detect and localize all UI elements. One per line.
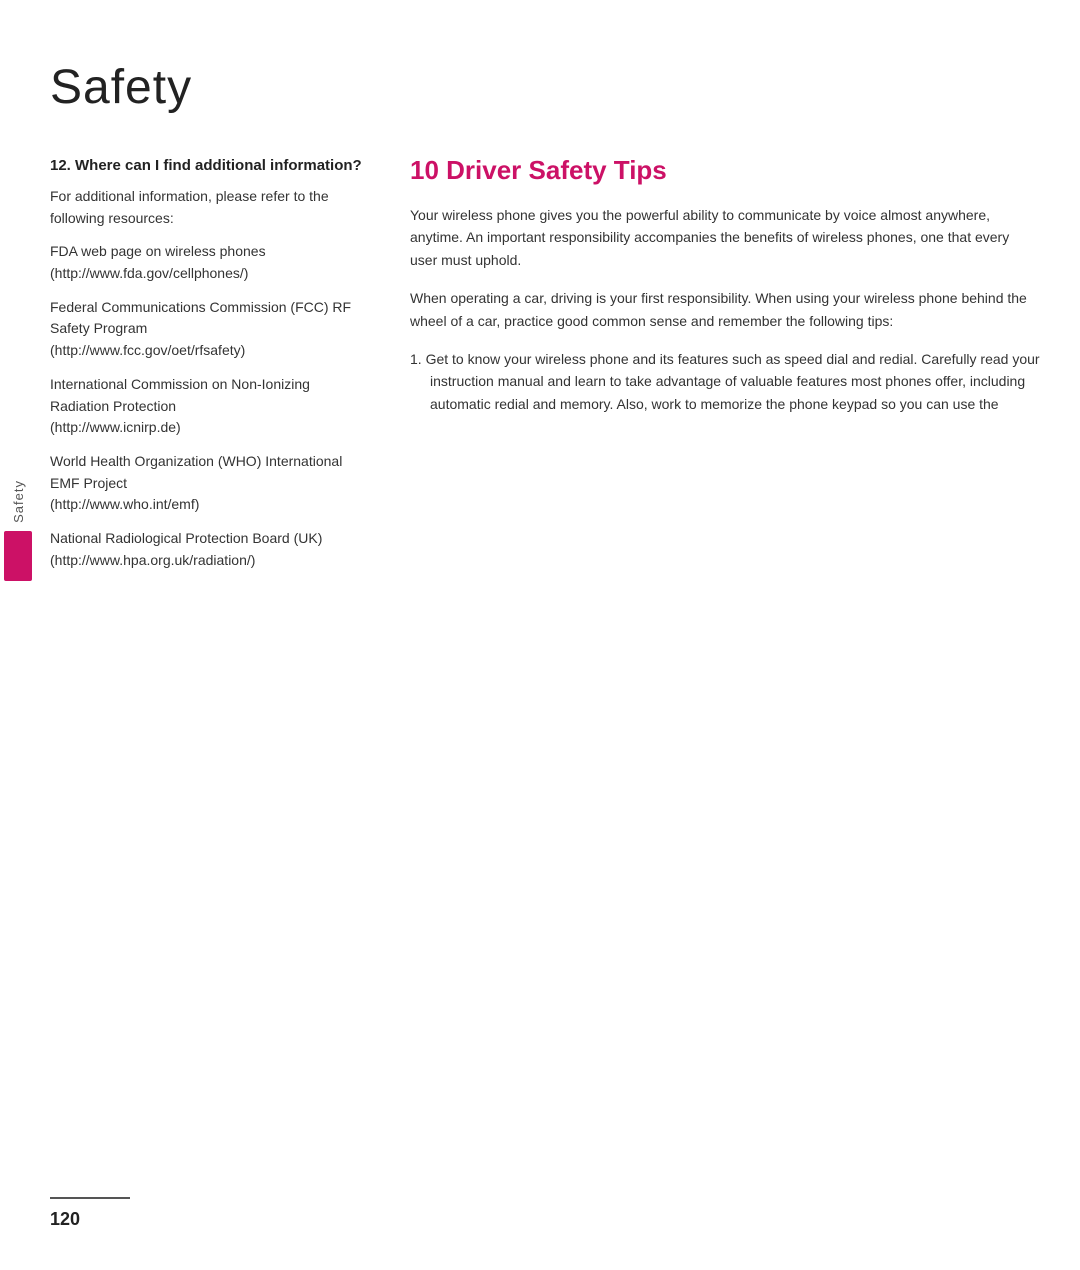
resource-icnirp-url: (http://www.icnirp.de) — [50, 419, 181, 435]
page-container: Safety Safety 12. Where can I find addit… — [0, 0, 1080, 1270]
intro-text: For additional information, please refer… — [50, 186, 370, 229]
page-title: Safety — [50, 60, 1040, 115]
content-wrapper: Safety 12. Where can I find additional i… — [50, 60, 1040, 1210]
resource-nrpb-name: National Radiological Protection Board (… — [50, 530, 322, 546]
driver-safety-heading: 10 Driver Safety Tips — [410, 155, 1040, 186]
resource-fda-url: (http://www.fda.gov/cellphones/) — [50, 265, 248, 281]
side-tab-label: Safety — [11, 480, 26, 523]
columns-layout: 12. Where can I find additional informat… — [50, 155, 1040, 1210]
resource-nrpb-url: (http://www.hpa.org.uk/radiation/) — [50, 552, 255, 568]
resource-fda: FDA web page on wireless phones (http://… — [50, 241, 370, 284]
resource-fda-name: FDA web page on wireless phones — [50, 243, 266, 259]
resource-fcc-name: Federal Communications Commission (FCC) … — [50, 299, 351, 337]
side-tab-bar — [4, 531, 32, 581]
left-column: 12. Where can I find additional informat… — [50, 155, 370, 1210]
resource-icnirp: International Commission on Non-Ionizing… — [50, 374, 370, 439]
driver-safety-para-1: Your wireless phone gives you the powerf… — [410, 204, 1040, 271]
list-item-1: 1. Get to know your wireless phone and i… — [410, 348, 1040, 415]
page-footer: 120 — [50, 1197, 1040, 1230]
section-12-heading: 12. Where can I find additional informat… — [50, 155, 370, 176]
side-tab: Safety — [0, 480, 36, 660]
resource-fcc: Federal Communications Commission (FCC) … — [50, 297, 370, 362]
footer-divider — [50, 1197, 130, 1199]
resource-who-url: (http://www.who.int/emf) — [50, 496, 199, 512]
driver-safety-list: 1. Get to know your wireless phone and i… — [410, 348, 1040, 415]
resource-who: World Health Organization (WHO) Internat… — [50, 451, 370, 516]
right-column: 10 Driver Safety Tips Your wireless phon… — [410, 155, 1040, 1210]
resource-fcc-url: (http://www.fcc.gov/oet/rfsafety) — [50, 342, 245, 358]
resource-icnirp-name: International Commission on Non-Ionizing… — [50, 376, 310, 414]
resource-nrpb: National Radiological Protection Board (… — [50, 528, 370, 571]
driver-safety-para-2: When operating a car, driving is your fi… — [410, 287, 1040, 332]
page-number: 120 — [50, 1209, 1040, 1230]
resource-who-name: World Health Organization (WHO) Internat… — [50, 453, 342, 491]
